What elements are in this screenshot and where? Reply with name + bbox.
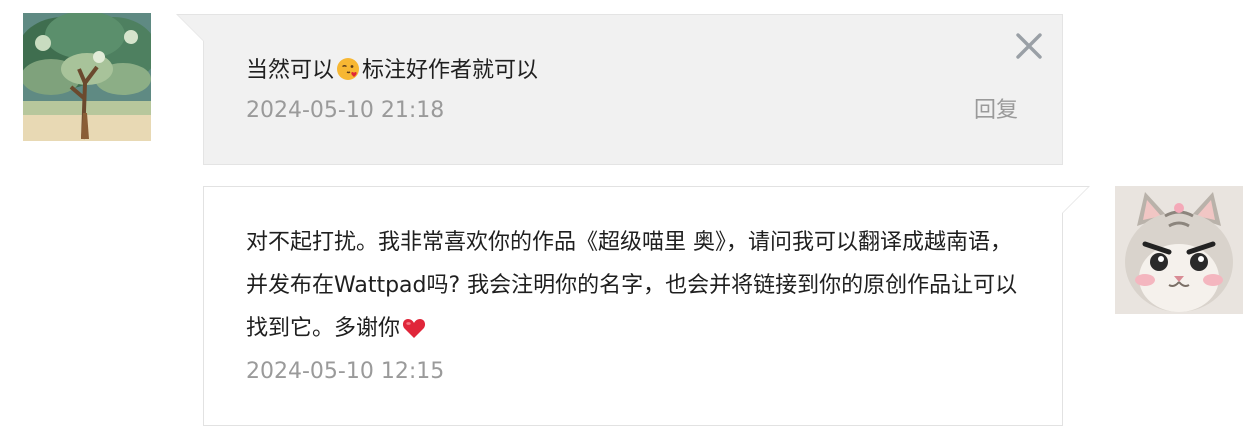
message-text: 对不起打扰。我非常喜欢你的作品《超级喵里 奥》，请问我可以翻译成越南语，并发布在… bbox=[246, 221, 1020, 354]
cat-avatar-image bbox=[1115, 186, 1243, 314]
user-avatar[interactable] bbox=[1115, 186, 1243, 314]
sent-message-bubble: 对不起打扰。我非常喜欢你的作品《超级喵里 奥》，请问我可以翻译成越南语，并发布在… bbox=[203, 186, 1090, 426]
message-timestamp: 2024-05-10 21:18 bbox=[246, 98, 445, 123]
bubble-tail bbox=[1062, 187, 1088, 213]
bubble-tail bbox=[178, 15, 204, 41]
received-message-bubble: 当然可以 标注好作者就可以 2024-05-10 21:18 回复 bbox=[176, 14, 1063, 165]
tree-avatar-image bbox=[23, 13, 151, 141]
blowing-kiss-face-emoji bbox=[336, 53, 360, 96]
message-text: 当然可以 标注好作者就可以 bbox=[246, 49, 1020, 96]
red-heart-emoji bbox=[402, 311, 426, 354]
reply-link[interactable]: 回复 bbox=[974, 96, 1018, 126]
message-text-part: 对不起打扰。我非常喜欢你的作品《超级喵里 奥》，请问我可以翻译成越南语，并发布在… bbox=[246, 230, 1018, 341]
message-text-part: 标注好作者就可以 bbox=[362, 58, 539, 83]
message-timestamp: 2024-05-10 12:15 bbox=[246, 359, 445, 384]
contact-avatar[interactable] bbox=[23, 13, 151, 141]
message-text-part: 当然可以 bbox=[246, 58, 335, 83]
